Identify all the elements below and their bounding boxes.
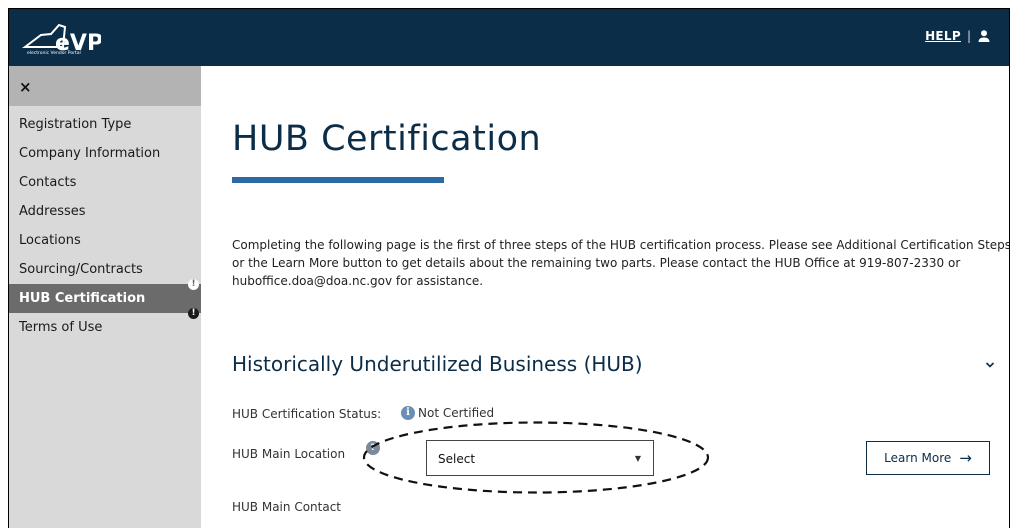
sidebar-item-label: Sourcing/Contracts [19, 262, 143, 277]
sidebar-item-locations[interactable]: Locations [9, 226, 201, 255]
location-select[interactable]: Select ▼ [426, 440, 654, 476]
logo-mark: eVP [55, 31, 101, 56]
sidebar-nav: Registration Type Company Information Co… [9, 106, 201, 342]
header-separator: | [966, 29, 971, 43]
chevron-down-icon[interactable] [985, 360, 995, 370]
sidebar-close-bar: × [9, 66, 201, 106]
location-label: HUB Main Location [232, 447, 346, 461]
sidebar-item-label: Registration Type [19, 117, 132, 132]
intro-text: Completing the following page is the fir… [232, 238, 1010, 288]
learn-more-label: Learn More [884, 451, 952, 465]
sidebar-item-label: Addresses [19, 204, 86, 219]
sidebar-item-addresses[interactable]: Addresses [9, 197, 201, 226]
page-title: HUB Certification [232, 119, 542, 159]
evp-logo[interactable]: electronic Vendor Portal eVP [21, 17, 101, 59]
help-icon[interactable]: ? [366, 441, 380, 455]
info-icon[interactable]: i [401, 406, 415, 420]
app-window: electronic Vendor Portal eVP HELP | × Re… [8, 8, 1010, 528]
sidebar-item-registration-type[interactable]: Registration Type [9, 110, 201, 139]
top-navbar: electronic Vendor Portal eVP HELP | [9, 9, 1009, 66]
sidebar-item-contacts[interactable]: Contacts [9, 168, 201, 197]
status-label: HUB Certification Status: [232, 407, 382, 421]
caret-down-icon: ▼ [634, 454, 641, 463]
help-link[interactable]: HELP [925, 29, 961, 43]
status-value: Not Certified [418, 406, 495, 420]
alert-icon: ! [188, 279, 199, 290]
alert-icon: ! [188, 308, 199, 319]
sidebar-item-terms-of-use[interactable]: Terms of Use! [9, 308, 201, 342]
sidebar-item-label: Locations [19, 233, 81, 248]
sidebar-item-label: Contacts [19, 175, 77, 190]
sidebar: × Registration Type Company Information … [9, 66, 201, 528]
sidebar-item-company-information[interactable]: Company Information [9, 139, 201, 168]
section-title: Historically Underutilized Business (HUB… [232, 352, 643, 376]
header-utility: HELP | [925, 29, 991, 43]
sidebar-item-sourcing-contracts[interactable]: Sourcing/Contracts [9, 255, 201, 284]
contact-label: HUB Main Contact [232, 500, 342, 514]
learn-more-button[interactable]: Learn More → [866, 441, 990, 475]
close-icon[interactable]: × [19, 78, 32, 96]
sidebar-item-label: Terms of Use [19, 320, 103, 335]
location-select-value: Select [438, 452, 476, 466]
sidebar-item-hub-certification[interactable]: HUB Certification! [9, 279, 201, 313]
status-badge: i Not Certified [401, 406, 494, 420]
user-icon[interactable] [977, 29, 991, 43]
main-content: HUB Certification Completing the followi… [201, 66, 1009, 528]
sidebar-item-label: HUB Certification [19, 291, 146, 306]
title-underline [232, 177, 444, 183]
arrow-right-icon: → [959, 449, 972, 467]
sidebar-item-label: Company Information [19, 146, 161, 161]
